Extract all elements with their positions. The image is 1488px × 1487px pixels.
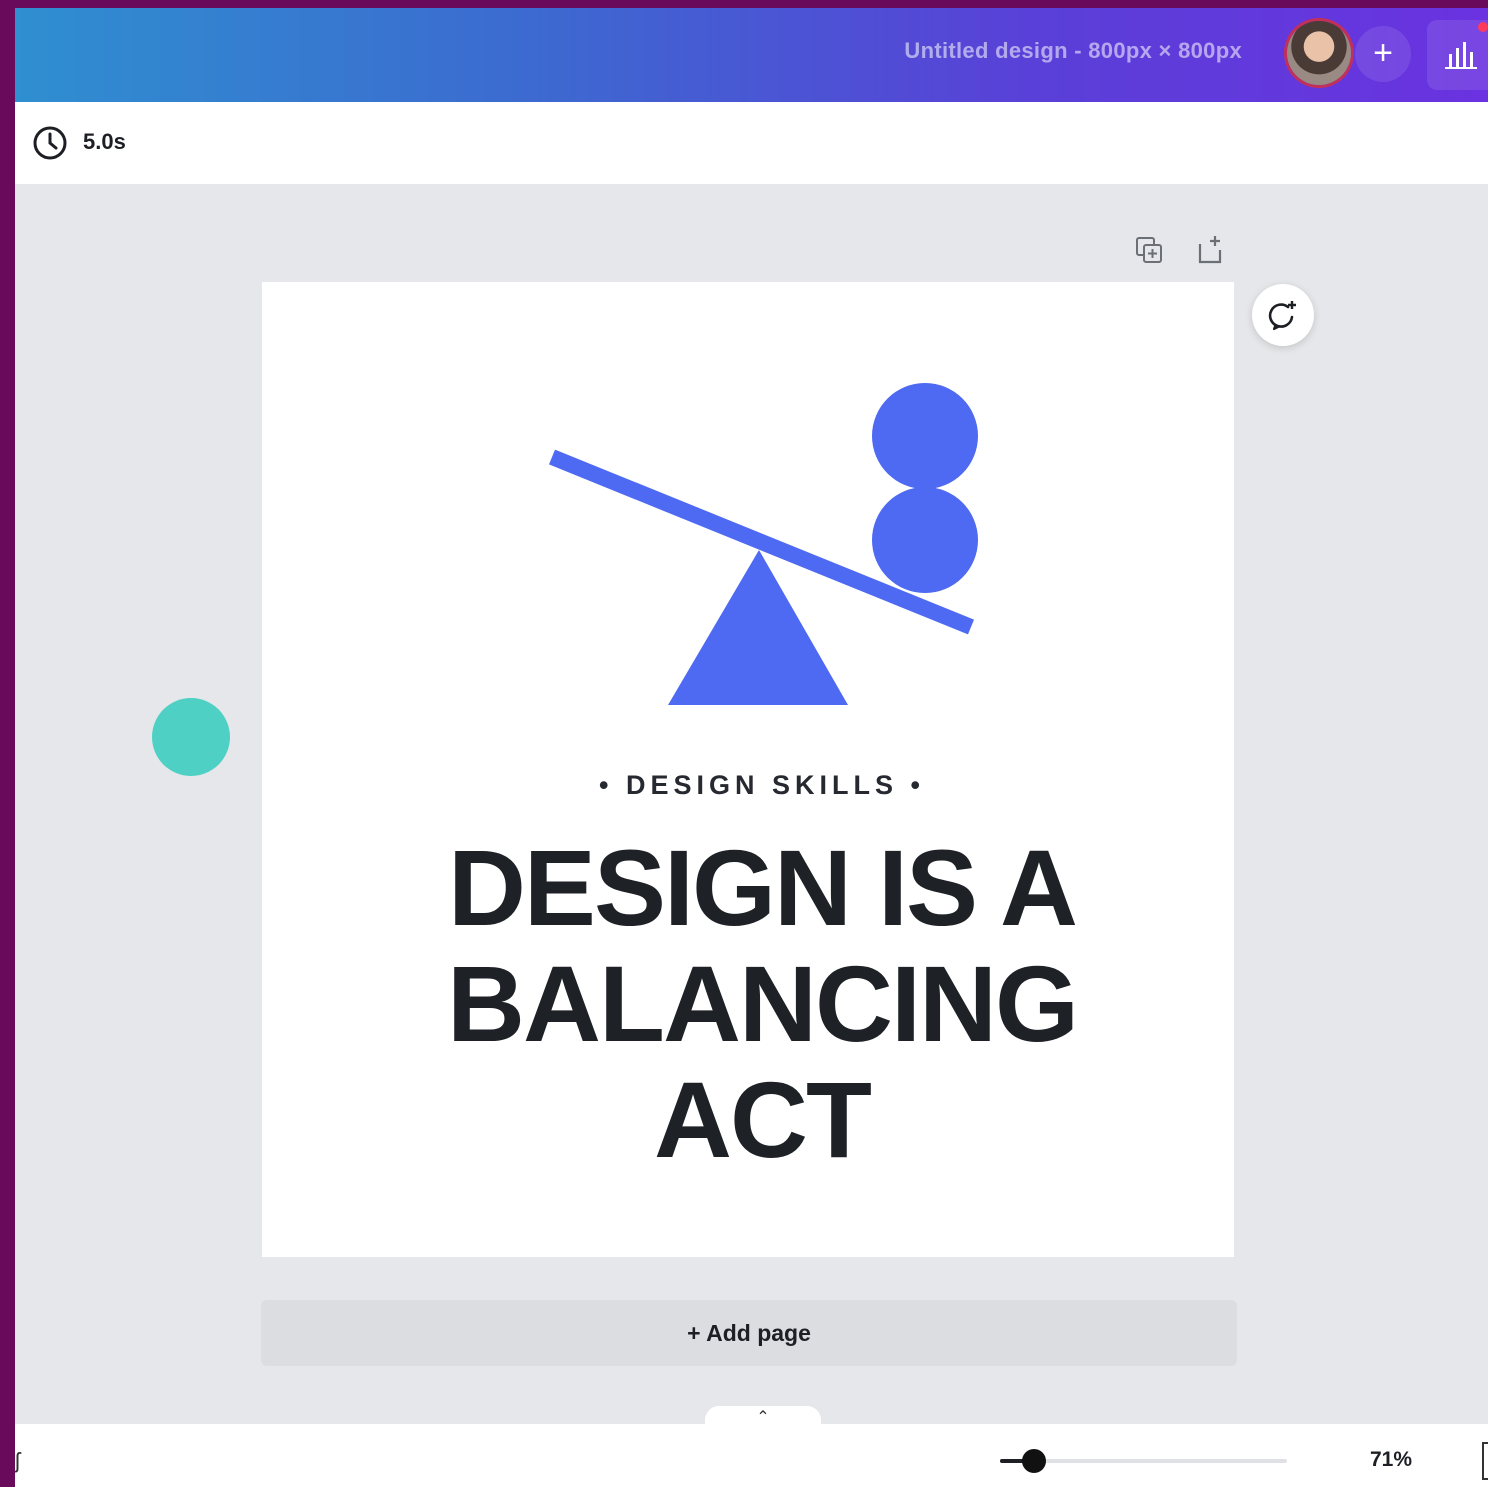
- design-headline[interactable]: DESIGN IS A BALANCING ACT: [262, 830, 1262, 1178]
- document-title[interactable]: Untitled design - 800px × 800px: [904, 38, 1242, 64]
- zoom-level[interactable]: 71%: [1370, 1448, 1412, 1472]
- bottom-bar: [15, 1424, 1488, 1487]
- comment-add-button[interactable]: [1252, 284, 1314, 346]
- user-avatar[interactable]: [1287, 21, 1351, 85]
- page-view-icon[interactable]: [1482, 1442, 1488, 1480]
- design-page[interactable]: • DESIGN SKILLS • DESIGN IS A BALANCING …: [262, 282, 1234, 1257]
- collapse-toggle[interactable]: ⌃: [705, 1406, 821, 1428]
- add-collaborator-button[interactable]: +: [1355, 26, 1411, 82]
- headline-line-2: BALANCING: [447, 943, 1079, 1064]
- headline-line-3: ACT: [654, 1059, 872, 1180]
- bar-chart-icon: [1445, 42, 1477, 69]
- seesaw-illustration[interactable]: [262, 282, 1234, 742]
- design-kicker[interactable]: • DESIGN SKILLS •: [262, 770, 1262, 801]
- seesaw-ball-bottom: [872, 487, 978, 593]
- notes-icon[interactable]: ʃ: [15, 1448, 20, 1474]
- comment-add-icon: [1268, 301, 1296, 331]
- top-header: Untitled design - 800px × 800px +: [15, 8, 1488, 102]
- page-duration[interactable]: 5.0s: [83, 129, 126, 155]
- timing-bar: 5.0s: [15, 102, 1488, 184]
- add-page-icon[interactable]: [1194, 232, 1228, 268]
- add-page-button[interactable]: + Add page: [261, 1300, 1237, 1366]
- seesaw-ball-top: [872, 383, 978, 489]
- notification-dot: [1478, 22, 1488, 32]
- duplicate-page-icon[interactable]: [1133, 234, 1167, 268]
- clock-icon[interactable]: [31, 124, 69, 162]
- headline-line-1: DESIGN IS A: [447, 827, 1078, 948]
- editor-app: Untitled design - 800px × 800px + 5.0s •…: [15, 8, 1488, 1487]
- cursor-indicator: [152, 698, 230, 776]
